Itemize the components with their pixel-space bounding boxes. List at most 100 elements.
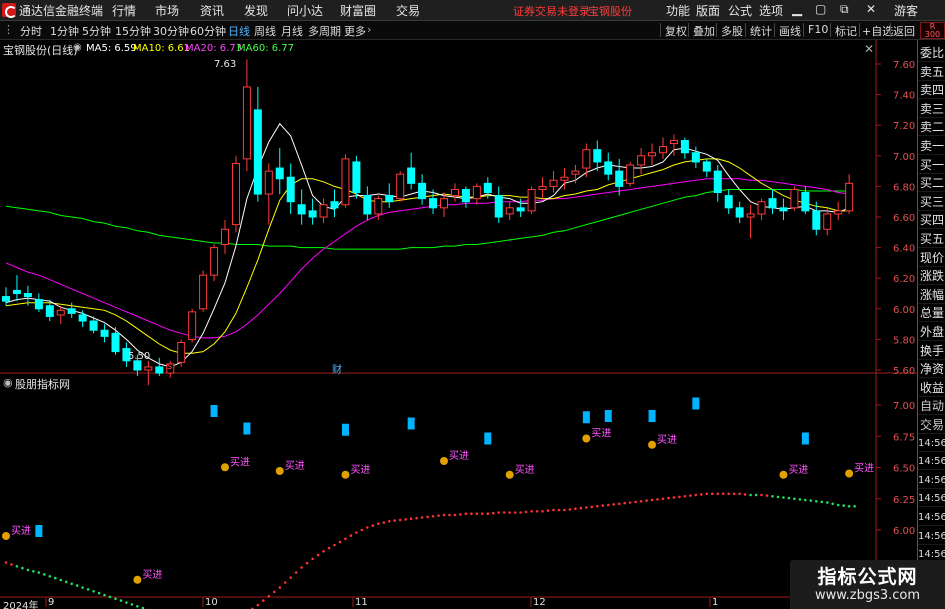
side-panel-item[interactable]: 14:56 [918,435,945,452]
indicator-dot [333,543,336,547]
menu-item-shichang[interactable]: 市场 [155,2,179,19]
x-label-oct: 10 [205,597,218,608]
tab-30min[interactable]: 30分钟 [153,23,189,39]
menu-item-wenxiaoda[interactable]: 问小达 [287,2,323,19]
indicator-dot [70,582,73,586]
x-axis-ticks [45,597,711,607]
indicator-dot [108,595,112,599]
tab-multi-period[interactable]: 多周期 [308,23,341,39]
side-panel-item: 涨跌 [918,269,945,286]
menu-item-hangqing[interactable]: 行情 [112,2,136,19]
side-panel-item[interactable]: 14:56 [918,528,945,545]
indicator-dot [54,576,57,580]
indicator-dot [683,495,687,498]
side-panel-item[interactable]: 交易 [918,416,945,434]
side-panel-item: 涨幅 [918,287,945,304]
indicator-dot [612,503,615,506]
tab-weekly[interactable]: 周线 [254,23,276,39]
indicator-dot [754,493,758,497]
indicator-dot [585,506,588,509]
indicator-dot [721,492,725,496]
ma20-legend: MA20: 6.73 [185,43,243,54]
tab-daily[interactable]: 日线 [228,23,250,39]
chart-canvas[interactable]: 7.60 7.40 7.20 7.00 6.80 6.60 6.40 6.20 6.00 5.80… [0,40,917,609]
menu-item-jiaoyi[interactable]: 交易 [396,2,420,19]
menu-banmian[interactable]: 版面 [696,2,720,19]
menu-gongneng[interactable]: 功能 [666,2,690,19]
btn-diejia[interactable]: 叠加 [693,23,715,39]
indicator-bars [35,397,809,537]
menu-xuanxiang[interactable]: 选项 [759,2,783,19]
tab-monthly[interactable]: 月线 [281,23,303,39]
indicator-dot [437,514,440,517]
indicator-dot [294,571,298,574]
candle-up [341,158,350,206]
chart-close-icon[interactable]: ✕ [864,42,874,56]
candle-up [669,140,678,145]
indicator-dot [727,492,730,496]
more-chevron-icon[interactable]: › [367,23,371,36]
btn-tongji[interactable]: 统计 [750,23,772,39]
indicator-dot [114,597,117,601]
indicator-toggle-icon[interactable]: ◉ [3,376,13,389]
minimize-icon[interactable]: ▁ [792,2,802,17]
y-tick-label: 6.60 [893,213,915,224]
restore-icon[interactable]: ⧉ [840,2,849,17]
y-tick-label: 7.20 [893,121,915,132]
legend-toggle-icon[interactable]: ◉ [73,42,82,53]
x-label-dec: 12 [533,597,546,608]
menu-gongshi[interactable]: 公式 [728,2,752,19]
menu-item-faxian[interactable]: 发现 [244,2,268,19]
tab-60min[interactable]: 60分钟 [190,23,226,39]
tab-more[interactable]: 更多 [344,23,366,39]
indicator-dot [26,568,30,572]
indicator-dot [502,511,506,514]
indicator-dot [470,512,473,515]
indicator-dot [448,513,451,517]
btn-back[interactable]: 返回 [893,23,915,39]
btn-duogu[interactable]: 多股 [721,23,743,39]
finance-marker[interactable]: 财 [332,361,342,376]
menu-item-zixun[interactable]: 资讯 [200,2,224,19]
buy-signal-label: 买进 [788,464,808,476]
indicator-dot [311,557,314,561]
indicator-dot [344,537,347,541]
tab-fenshi[interactable]: 分时 [20,23,42,39]
ind-y-tick-label: 7.00 [893,401,915,412]
candle-down [133,360,142,371]
side-panel-item[interactable]: 14:56 [918,472,945,489]
money-bag-icon [341,470,350,479]
side-panel-item[interactable]: 14:56 [918,453,945,471]
user-guest[interactable]: 游客 [894,2,918,19]
indicator-dot [842,504,845,507]
side-panel-item[interactable]: 自动 [918,397,945,416]
btn-fuquan[interactable]: 复权 [665,23,687,39]
btn-huaxian[interactable]: 画线 [779,23,801,39]
close-icon[interactable]: ✕ [866,2,876,16]
trade-login-status[interactable]: 证券交易未登录 [513,3,590,19]
toolbar-menu-icon[interactable]: ⋮ [3,23,14,36]
buy-signal-label: 买进 [449,450,469,462]
divider [688,23,689,37]
tab-5min[interactable]: 5分钟 [82,23,111,39]
tab-15min[interactable]: 15分钟 [115,23,151,39]
tab-1min[interactable]: 1分钟 [50,23,79,39]
menu-item-caifuquan[interactable]: 财富圈 [340,2,376,19]
x-label-nov: 11 [355,597,368,608]
indicator-dot [278,586,282,589]
side-panel-item[interactable]: 14:56 [918,490,945,508]
money-bag-icon [2,532,10,540]
btn-add-watchlist[interactable]: +自选 [862,23,893,39]
event-marker[interactable]: s [167,361,172,372]
money-bag-icon [221,463,229,472]
indicator-dot [782,496,785,499]
ind-y-tick-label: 6.50 [893,464,915,475]
side-panel-item[interactable]: 14:56 [918,509,945,526]
candle-up [221,228,229,246]
money-bag-icon [779,470,788,479]
btn-f10[interactable]: F10 [808,23,828,36]
maximize-icon[interactable]: ▢ [815,2,826,16]
candle-down [768,198,777,209]
candle-down [23,293,32,298]
btn-biaoji[interactable]: 标记 [835,23,857,39]
